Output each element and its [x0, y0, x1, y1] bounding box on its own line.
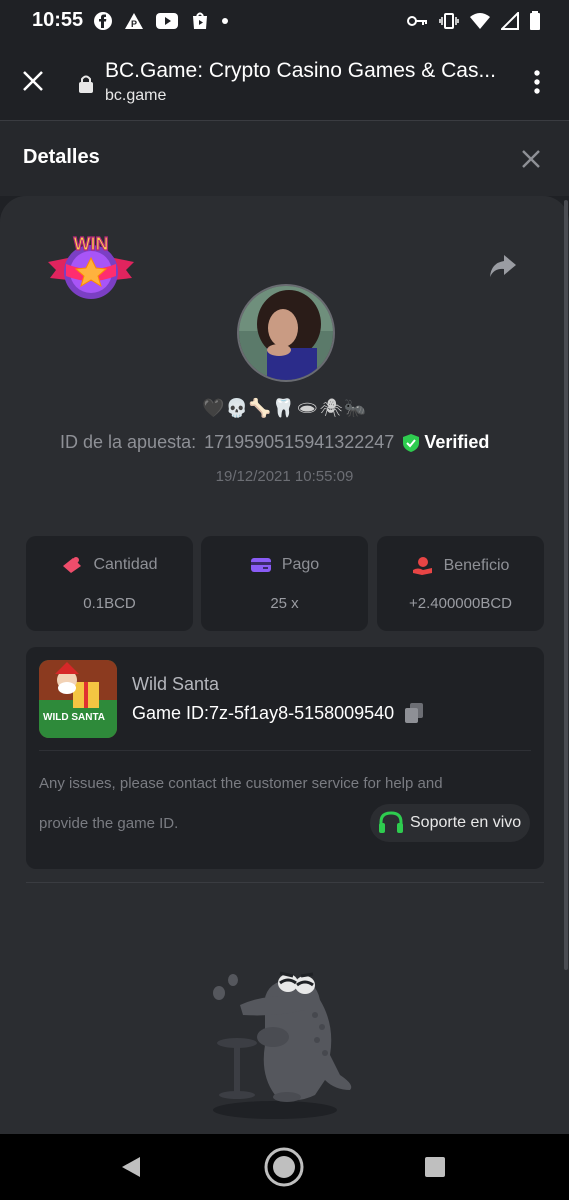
game-id-label: Game ID: — [132, 702, 210, 723]
stat-value: 25 x — [270, 595, 299, 612]
modal-header: Detalles — [0, 121, 569, 196]
game-thumb-text: WILD SANTA — [43, 712, 105, 723]
svg-text:P: P — [131, 19, 137, 29]
dot-icon — [222, 18, 228, 24]
divider — [39, 750, 531, 751]
headset-icon — [379, 811, 403, 833]
youtube-icon — [156, 13, 178, 29]
modal-title: Detalles — [23, 146, 100, 168]
share-icon[interactable] — [488, 253, 518, 279]
stat-card-amount: Cantidad 0.1BCD — [26, 536, 193, 631]
avatar[interactable] — [237, 284, 335, 382]
facebook-icon — [94, 12, 112, 30]
verified-badge: Verified — [402, 432, 489, 453]
live-support-label: Soporte en vivo — [410, 814, 522, 831]
status-time: 10:55 — [32, 9, 84, 31]
bet-id-label: ID de la apuesta: — [60, 432, 197, 452]
help-text-line2: provide the game ID. — [39, 815, 179, 832]
battery-icon — [530, 11, 540, 30]
more-menu-icon[interactable] — [532, 69, 542, 95]
home-icon[interactable] — [263, 1146, 305, 1188]
signal-icon — [501, 12, 519, 30]
copy-icon[interactable] — [404, 702, 424, 724]
game-id-row: Game ID:7z-5f1ay8-5158009540 — [132, 702, 424, 724]
notification-icons: P — [93, 11, 229, 31]
money-icon — [63, 557, 82, 573]
help-text-line1: Any issues, please contact the customer … — [39, 775, 443, 792]
wild-santa-image: WILD SANTA — [39, 660, 117, 738]
bet-id-row: ID de la apuesta: 1719590515941322247 Ve… — [60, 432, 489, 453]
recent-apps-icon[interactable] — [425, 1157, 445, 1177]
page-url[interactable]: bc.game — [105, 87, 166, 105]
stat-label: Beneficio — [443, 557, 510, 574]
game-thumbnail[interactable]: WILD SANTA — [39, 660, 117, 738]
stat-card-profit: Beneficio +2.400000BCD — [377, 536, 544, 631]
stat-value: +2.400000BCD — [409, 595, 512, 612]
browser-toolbar: BC.Game: Crypto Casino Games & Cas... bc… — [0, 42, 569, 121]
bag-play-icon — [193, 12, 207, 29]
status-bar: 10:55 P — [0, 0, 569, 42]
card-icon — [250, 558, 271, 572]
back-icon[interactable] — [120, 1156, 142, 1178]
close-icon[interactable] — [521, 149, 541, 169]
scrollbar[interactable] — [564, 200, 568, 970]
stat-label: Cantidad — [93, 556, 158, 573]
game-name[interactable]: Wild Santa — [132, 674, 219, 695]
avatar-image — [239, 286, 333, 380]
profit-hand-icon — [412, 557, 432, 575]
win-badge-icon: WIN — [48, 233, 134, 299]
verified-label: Verified — [424, 432, 490, 452]
game-id-value: 7z-5f1ay8-5158009540 — [209, 702, 395, 723]
key-icon — [407, 16, 427, 26]
section-divider — [26, 882, 544, 883]
close-tab-icon[interactable] — [20, 68, 46, 94]
page-title[interactable]: BC.Game: Crypto Casino Games & Cas... — [105, 59, 496, 83]
stat-card-payout: Pago 25 x — [201, 536, 368, 631]
bet-datetime: 19/12/2021 10:55:09 — [215, 468, 354, 485]
system-icons — [407, 11, 541, 31]
vibrate-icon — [439, 13, 459, 29]
win-badge-text: WIN — [74, 234, 109, 254]
stat-value: 0.1BCD — [83, 595, 136, 612]
game-card: WILD SANTA Wild Santa Game ID:7z-5f1ay8-… — [26, 647, 544, 869]
stat-label: Pago — [281, 556, 320, 573]
player-name: 🖤💀🦴🦷🕳🕷🐜 — [202, 398, 367, 418]
live-support-button[interactable]: Soporte en vivo — [370, 804, 530, 842]
lock-icon[interactable] — [78, 74, 94, 94]
wifi-icon — [470, 13, 490, 29]
shield-check-icon — [403, 433, 420, 452]
app-alert-icon: P — [125, 13, 143, 29]
bet-id-value: 1719590515941322247 — [204, 432, 395, 452]
crocodile-mascot-illustration — [213, 971, 352, 1119]
